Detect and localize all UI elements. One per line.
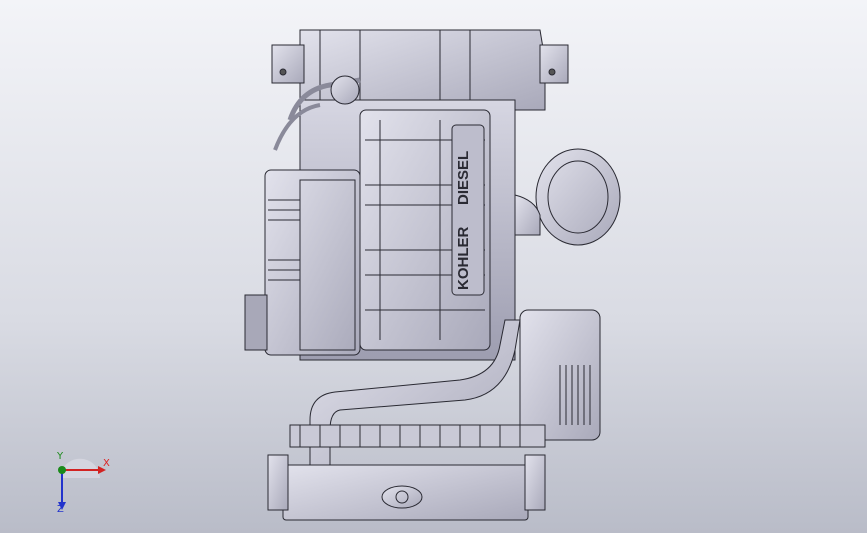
brand-text-2: DIESEL bbox=[455, 151, 472, 205]
air-cleaner bbox=[535, 148, 621, 246]
axis-x-label: X bbox=[103, 458, 110, 469]
left-mount-bracket bbox=[271, 44, 305, 84]
drain-plug bbox=[381, 485, 423, 509]
brand-text: KOHLER bbox=[455, 227, 472, 291]
axis-z-label: Z bbox=[57, 504, 64, 515]
electronic-module bbox=[244, 294, 268, 351]
right-mount-bracket bbox=[539, 44, 569, 84]
fan-guard bbox=[289, 424, 546, 448]
engine-model[interactable]: KOHLER DIESEL bbox=[0, 0, 867, 533]
axis-y-label: Y bbox=[57, 451, 64, 462]
intake-manifold bbox=[264, 169, 361, 356]
cad-viewport[interactable]: KOHLER DIESEL X Y Z bbox=[0, 0, 867, 533]
